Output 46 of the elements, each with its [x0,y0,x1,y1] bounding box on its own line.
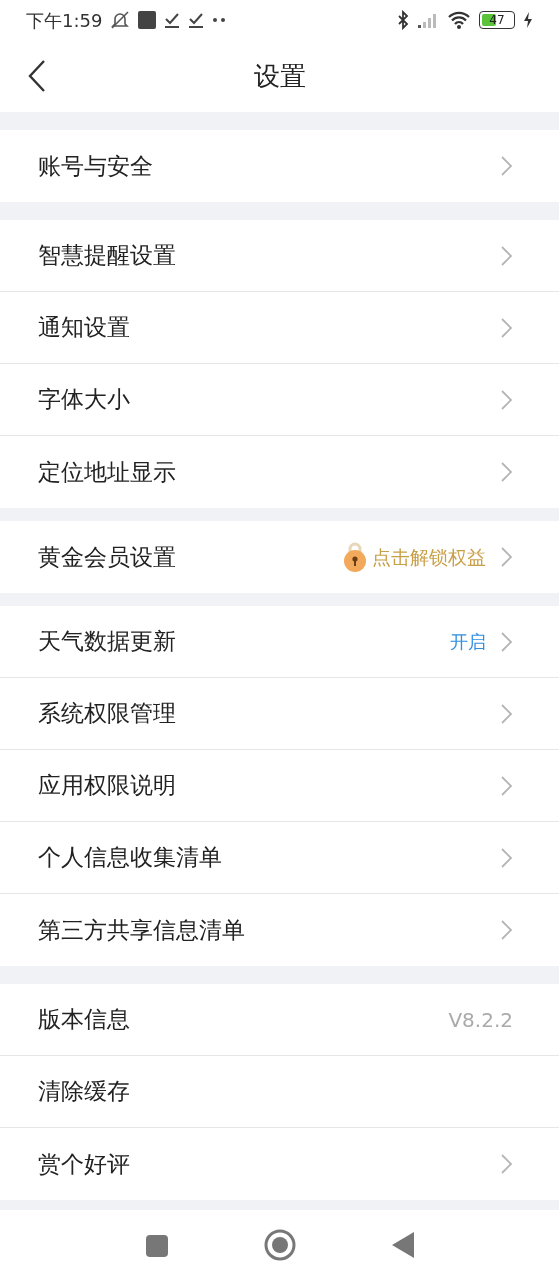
row-label: 系统权限管理 [38,699,177,729]
version-value: V8.2.2 [448,1006,513,1034]
row-label: 黄金会员设置 [38,542,177,572]
row-label: 智慧提醒设置 [38,241,177,271]
row-label: 第三方共享信息清单 [38,915,246,945]
square-icon [138,11,157,29]
bluetooth-icon [397,10,409,30]
row-label: 应用权限说明 [38,771,177,801]
settings-row[interactable]: 字体大小 [0,364,559,436]
settings-row[interactable]: 账号与安全 [0,130,559,202]
settings-row[interactable]: 个人信息收集清单 [0,822,559,894]
settings-row[interactable]: 通知设置 [0,292,559,364]
back-button[interactable] [28,60,46,92]
settings-row[interactable]: 版本信息 V8.2.2 [0,984,559,1056]
mute-bell-icon [110,10,131,30]
row-label: 天气数据更新 [38,627,177,657]
settings-row[interactable]: 清除缓存 [0,1056,559,1128]
settings-row[interactable]: 黄金会员设置 点击解锁权益 [0,521,559,593]
row-label: 字体大小 [38,385,131,415]
settings-row[interactable]: 赏个好评 [0,1128,559,1200]
padlock-icon [342,541,368,573]
row-label: 个人信息收集清单 [38,843,223,873]
row-label: 版本信息 [38,1005,131,1035]
dots-icon [212,17,227,23]
row-label: 通知设置 [38,313,131,343]
signal-icon [417,12,439,28]
checkmark-icon [188,12,205,28]
page-title: 设置 [253,59,306,93]
settings-row[interactable]: 系统权限管理 [0,678,559,750]
back-nav-button[interactable] [391,1232,414,1258]
status-time: 下午1:59 [26,8,103,33]
settings-row[interactable]: 智慧提醒设置 [0,220,559,292]
charging-icon [523,11,533,29]
row-label: 账号与安全 [38,151,154,181]
checkmark-icon [164,12,181,28]
settings-row[interactable]: 定位地址显示 [0,436,559,508]
home-button[interactable] [263,1229,296,1261]
row-label: 定位地址显示 [38,457,177,487]
status-value: 开启 [450,630,486,654]
row-label: 清除缓存 [38,1077,131,1107]
settings-row[interactable]: 第三方共享信息清单 [0,894,559,966]
recents-button[interactable] [145,1233,168,1257]
settings-row[interactable]: 应用权限说明 [0,750,559,822]
settings-row[interactable]: 天气数据更新 开启 [0,606,559,678]
wifi-icon [447,11,471,29]
row-label: 赏个好评 [38,1149,131,1179]
